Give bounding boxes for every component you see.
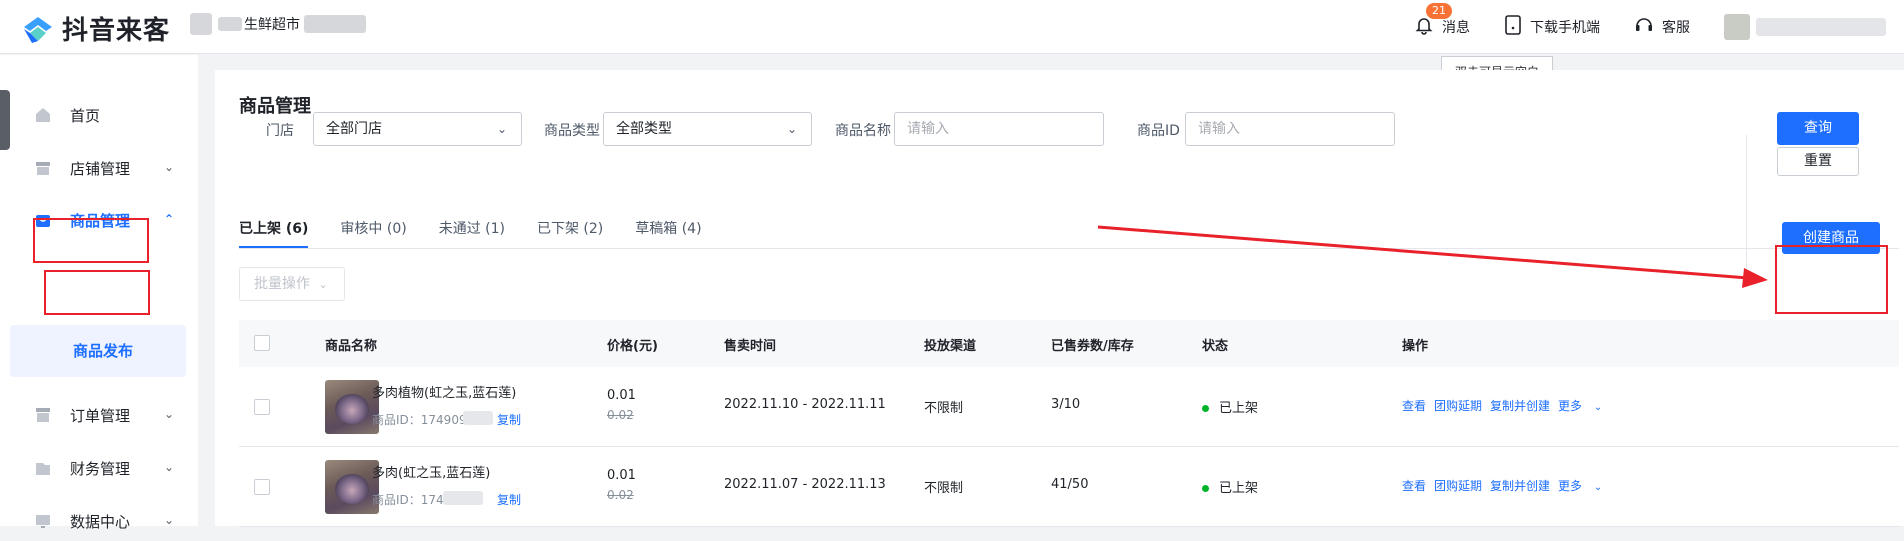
annotation-arrow	[1097, 225, 1768, 288]
